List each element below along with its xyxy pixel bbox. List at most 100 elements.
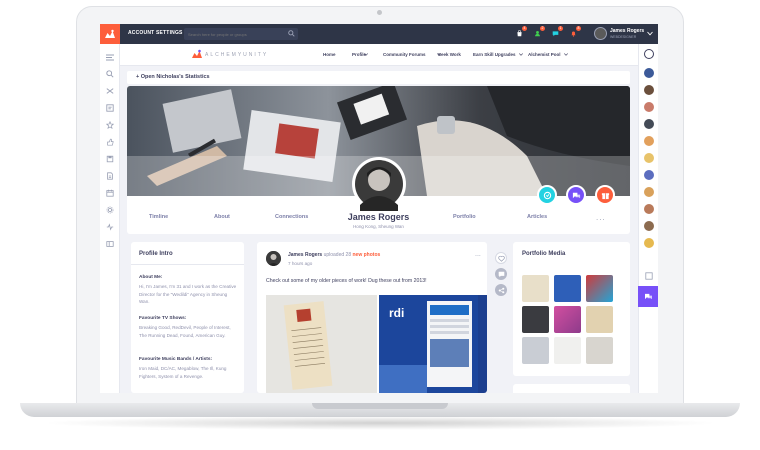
left-sidebar [100,44,120,393]
nav-alchemist-pool[interactable]: Alchemist Pool [528,52,561,57]
contact-avatar[interactable] [644,119,654,129]
search-icon[interactable] [105,69,115,79]
post-options-button[interactable]: ... [475,251,481,258]
follow-icon [543,191,551,199]
contact-avatar[interactable] [644,85,654,95]
contact-avatar[interactable] [644,170,654,180]
tab-portfolio[interactable]: Portfolio [453,214,476,220]
about-text: Hi, I'm James, I'm 31 and I work as the … [139,284,237,304]
intro-title: Profile Intro [139,251,173,257]
account-settings-link[interactable]: ACCOUNT SETTINGS [128,30,183,36]
laptop-notch [312,403,448,409]
shuffle-icon[interactable] [105,86,115,96]
brand-logo-icon [105,29,115,38]
thumbs-up-icon[interactable] [105,137,115,147]
new-photos-link[interactable]: new photos [353,252,381,258]
tv-shows-text: Breaking Good, RedDevil, People of Inter… [139,325,231,338]
contact-avatar[interactable] [644,221,654,231]
brand-logo-button[interactable] [100,24,120,44]
share-button[interactable] [495,284,507,296]
tv-shows-heading: Favourite TV Shows: [139,316,187,321]
comment-button[interactable] [495,268,507,280]
document-icon[interactable] [105,171,115,181]
save-icon[interactable] [105,154,115,164]
more-options-button[interactable]: ... [596,213,606,222]
settings-icon[interactable] [105,205,115,215]
portfolio-thumbnail[interactable] [586,337,613,364]
profile-intro-card: Profile Intro About Me: Hi, I'm James, I… [131,242,244,393]
user-avatar[interactable] [594,27,607,40]
user-name[interactable]: James Rogers [610,28,644,34]
post-card: James Rogers uploaded 28 new photos 7 ho… [257,242,487,393]
portfolio-thumbnail[interactable] [522,275,549,302]
about-heading: About Me: [139,275,163,280]
search-icon[interactable] [288,30,295,37]
marketplace-icon[interactable] [105,239,115,249]
tab-articles[interactable]: Articles [527,214,547,220]
nav-seek-work[interactable]: Seek Work [438,52,461,57]
menu-icon[interactable] [105,52,115,62]
star-icon[interactable] [105,120,115,130]
calendar-icon[interactable] [105,188,115,198]
contact-avatar[interactable] [644,238,654,248]
comment-icon [498,271,504,277]
contact-avatar[interactable] [644,187,654,197]
notification-bell-icon[interactable]: 8 [568,26,581,39]
notification-badge: 4 [522,26,527,31]
chevron-down-icon[interactable] [647,31,653,36]
app-screen: ACCOUNT SETTINGS 4 2 1 8 James Rogers WE… [100,24,658,393]
friends-icon[interactable]: 2 [532,26,545,39]
right-sidebar [638,44,658,393]
chevron-down-icon [564,53,568,56]
svg-text:rdi: rdi [389,306,404,320]
statistics-toggle[interactable]: + Open Nicholas's Statistics [127,71,630,84]
newsfeed-icon[interactable] [105,103,115,113]
shopping-bag-icon[interactable]: 4 [514,26,527,39]
like-button[interactable] [495,252,507,264]
alchemy-logo-icon[interactable] [191,49,203,59]
top-bar: ACCOUNT SETTINGS 4 2 1 8 James Rogers WE… [100,24,658,44]
notification-badge: 8 [576,26,581,31]
search-bar [184,28,298,40]
nav-earn-skill-upgrades[interactable]: Earn Skill Upgrades [473,52,516,57]
contact-avatar[interactable] [644,136,654,146]
nav-home[interactable]: Home [323,52,336,57]
post-author-avatar[interactable] [266,251,281,266]
nav-community-forums[interactable]: Community Forums [383,52,426,57]
main-navigation: ALCHEMYUNITY Home Profile Community Foru… [120,44,638,66]
contact-avatar[interactable] [644,102,654,112]
contact-avatar[interactable] [644,204,654,214]
friends-list-icon[interactable] [644,49,654,59]
chat-toggle-button[interactable] [638,286,658,307]
chevron-down-icon [519,53,523,56]
gift-button[interactable] [595,185,615,205]
chat-icon [644,293,652,300]
contact-avatar[interactable] [644,153,654,163]
chat-search-icon[interactable] [644,271,654,281]
portfolio-thumbnail[interactable] [554,337,581,364]
camera-dot [377,10,382,15]
portfolio-thumbnail[interactable] [554,275,581,302]
heart-icon [497,255,505,262]
profile-avatar[interactable] [352,157,406,211]
portfolio-thumbnail[interactable] [554,306,581,333]
portfolio-thumbnail[interactable] [522,337,549,364]
follow-button[interactable] [537,185,557,205]
contact-avatar[interactable] [644,68,654,78]
post-photo[interactable] [266,295,377,393]
portfolio-thumbnail[interactable] [522,306,549,333]
post-photo[interactable]: rdi [379,295,487,393]
gift-icon [601,192,609,199]
message-button[interactable] [566,185,586,205]
search-input[interactable] [188,30,284,38]
share-icon [498,287,504,293]
messages-icon[interactable]: 1 [550,26,563,39]
user-subtitle: WEBDESIGNER [610,35,637,39]
post-author[interactable]: James Rogers [288,252,322,258]
portfolio-thumbnail[interactable] [586,306,613,333]
notification-badge: 2 [540,26,545,31]
activity-icon[interactable] [105,222,115,232]
profile-header-card: Timline About Connections James Rogers H… [127,86,630,234]
portfolio-thumbnail[interactable] [586,275,613,302]
logo-text[interactable]: ALCHEMYUNITY [205,52,268,58]
